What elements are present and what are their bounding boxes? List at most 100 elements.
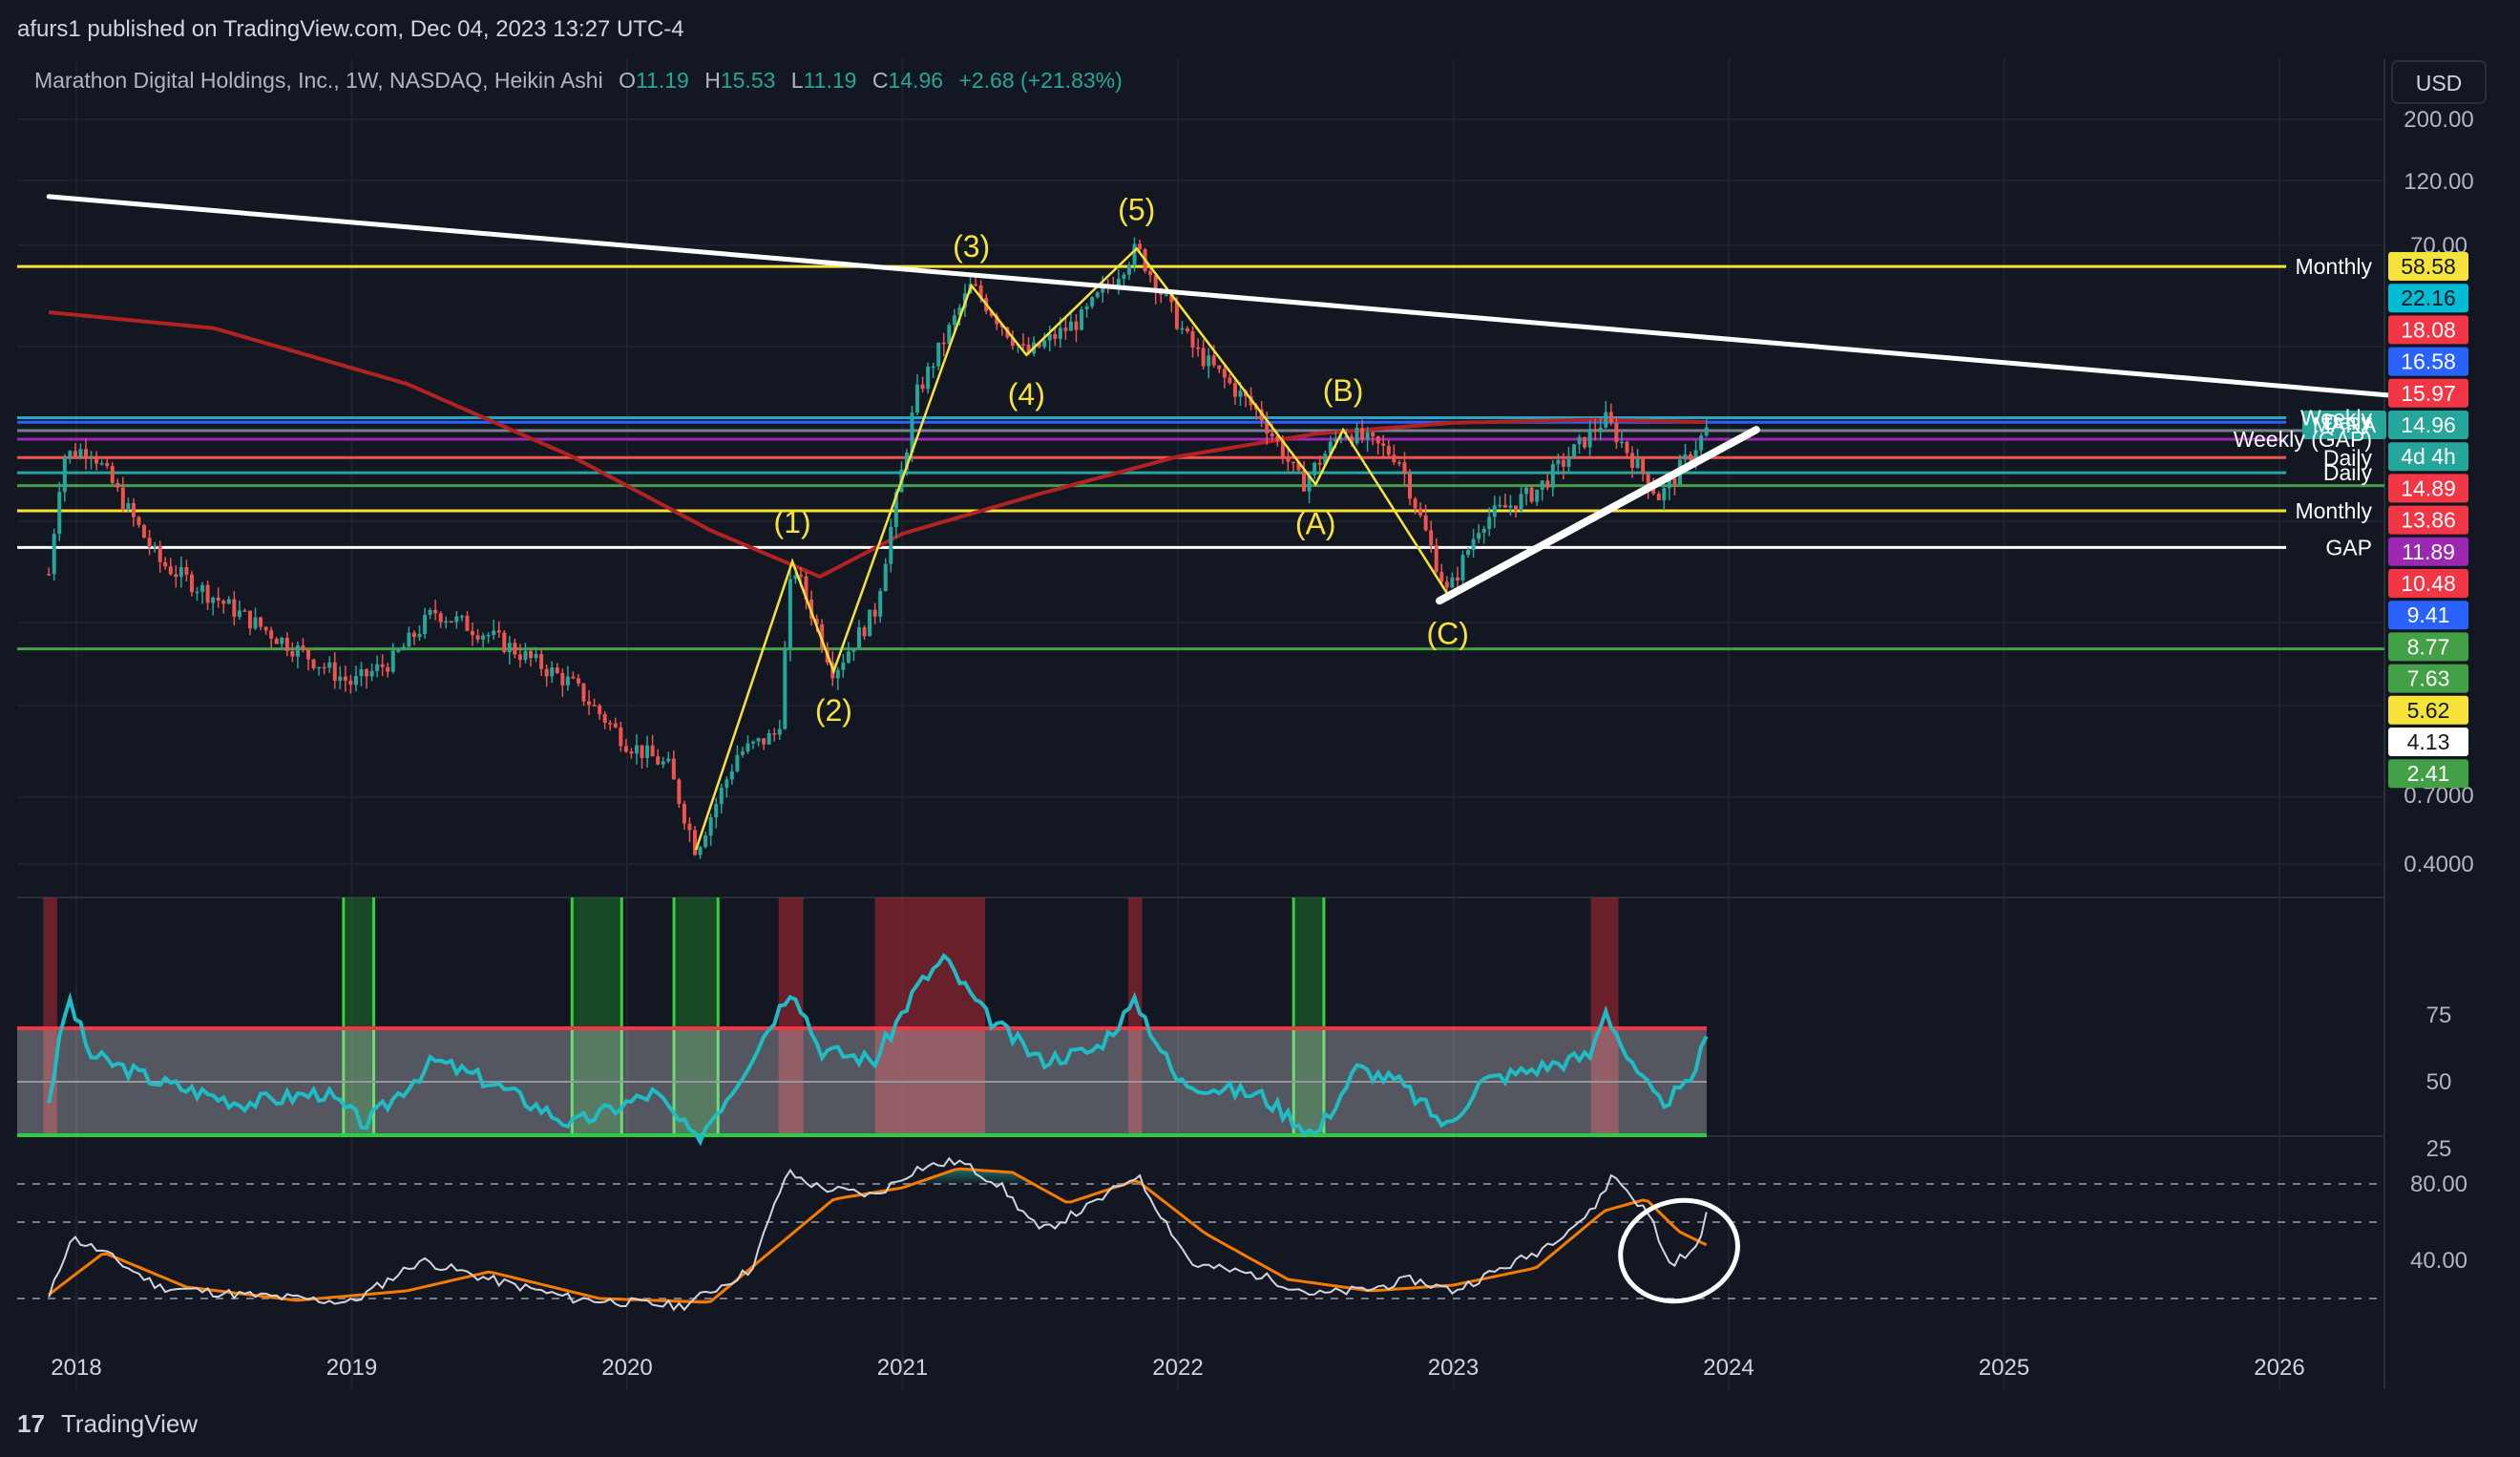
wave-label: (5) — [1118, 192, 1155, 226]
x-tick-label: 2019 — [326, 1355, 377, 1381]
price-badge-label: 4.13 — [2407, 729, 2450, 754]
candle-body — [1238, 391, 1243, 397]
candle-body — [1550, 464, 1555, 488]
candle-body — [226, 599, 231, 604]
candle-body — [386, 666, 390, 672]
candle-body — [423, 614, 428, 634]
candle-body — [1418, 508, 1423, 516]
x-tick-label: 2026 — [2254, 1355, 2304, 1381]
candle-body — [1577, 436, 1582, 445]
low-label: L — [791, 68, 804, 93]
candle-body — [62, 457, 67, 493]
price-badge: 5.62 — [2388, 695, 2468, 725]
candle-body — [1498, 504, 1502, 507]
candle-body — [708, 817, 713, 836]
candle-body — [158, 545, 162, 562]
candle-body — [449, 621, 453, 623]
candle-body — [1180, 327, 1185, 330]
candle-body — [1302, 470, 1307, 492]
price-badge: 9.41 — [2388, 601, 2468, 630]
price-badge-label: 8.77 — [2407, 634, 2450, 659]
high-label: H — [704, 68, 721, 93]
price-badge: 8.77 — [2388, 632, 2468, 662]
price-badge-label: 2.41 — [2407, 761, 2450, 786]
candle-body — [931, 366, 935, 369]
candle-body — [401, 646, 406, 651]
logo-mark-icon: 17 — [17, 1409, 45, 1438]
svg-text:Marathon Digital Holdings, Inc: Marathon Digital Holdings, Inc., 1W, NAS… — [34, 68, 1123, 93]
candle-body — [417, 633, 422, 638]
price-badge-label: 11.89 — [2402, 539, 2455, 564]
candle-body — [1068, 321, 1073, 331]
price-badge: 22.16 — [2388, 284, 2468, 313]
candle-body — [459, 615, 464, 618]
currency-button[interactable]: USD — [2391, 60, 2487, 104]
candle-body — [920, 384, 925, 390]
candle-body — [1095, 292, 1100, 298]
price-badge: 2.41 — [2388, 759, 2468, 789]
candle-body — [1042, 340, 1047, 348]
candle-body — [661, 761, 665, 765]
candle-body — [656, 756, 661, 765]
candle-body — [608, 722, 613, 725]
chart-background — [0, 0, 2520, 1457]
candle-body — [1593, 429, 1598, 432]
candle-body — [306, 648, 311, 660]
candle-body — [1354, 428, 1359, 444]
candle-body — [724, 779, 729, 789]
price-badge: 16.58 — [2388, 347, 2468, 376]
candle-body — [1365, 433, 1370, 440]
candle-body — [1386, 446, 1391, 455]
candle-body — [1662, 488, 1667, 500]
candle-body — [835, 669, 840, 679]
candle-body — [52, 534, 56, 575]
candle-body — [671, 758, 676, 780]
candle-body — [444, 621, 449, 623]
candle-body — [1614, 422, 1619, 443]
tradingview-logo[interactable]: 17 TradingView — [17, 1409, 198, 1438]
candle-body — [1381, 443, 1386, 447]
candle-body — [1535, 489, 1540, 502]
candle-body — [1587, 429, 1592, 448]
candle-body — [883, 563, 888, 592]
level-label: Daily — [2323, 460, 2373, 485]
price-badge-label: 14.89 — [2401, 475, 2456, 500]
symbol-description: Marathon Digital Holdings, Inc., 1W, NAS… — [34, 68, 603, 93]
candle-body — [1402, 462, 1407, 475]
candle-body — [507, 643, 512, 653]
candle-body — [623, 746, 628, 752]
candle-body — [581, 683, 586, 702]
candle-body — [872, 609, 877, 617]
chart-canvas[interactable]: (1) (2) (3) (4) (5) (A) (B) (C) 2018 2019 2020 202… — [0, 0, 2520, 1457]
currency-label[interactable]: USD — [2416, 71, 2463, 95]
candle-body — [280, 637, 284, 644]
candle-body — [1566, 457, 1571, 467]
candle-body — [1217, 365, 1222, 370]
candle-body — [332, 662, 337, 681]
candle-body — [126, 503, 131, 511]
candle-body — [1604, 412, 1608, 428]
candle-body — [221, 601, 226, 604]
x-tick-label: 2021 — [877, 1355, 928, 1381]
candle-body — [57, 492, 62, 535]
candle-body — [1190, 331, 1195, 348]
x-tick-label: 2022 — [1152, 1355, 1203, 1381]
candle-body — [338, 676, 343, 681]
candle-body — [1492, 505, 1497, 517]
candle-body — [798, 575, 803, 577]
candle-body — [1545, 480, 1550, 488]
price-badge: 4.13 — [2388, 728, 2468, 756]
price-badge-label: 14.96 — [2401, 412, 2456, 437]
candle-body — [1466, 550, 1471, 556]
candle-body — [78, 449, 83, 457]
candle-body — [492, 630, 496, 636]
candle-body — [936, 342, 941, 367]
candle-body — [576, 678, 580, 684]
wave-label: (4) — [1008, 377, 1045, 412]
candle-body — [677, 779, 682, 804]
candle-body — [1286, 458, 1291, 462]
change-value: +2.68 (+21.83%) — [958, 68, 1122, 93]
candle-body — [178, 567, 183, 578]
candle-body — [211, 597, 216, 603]
candle-body — [598, 705, 602, 714]
